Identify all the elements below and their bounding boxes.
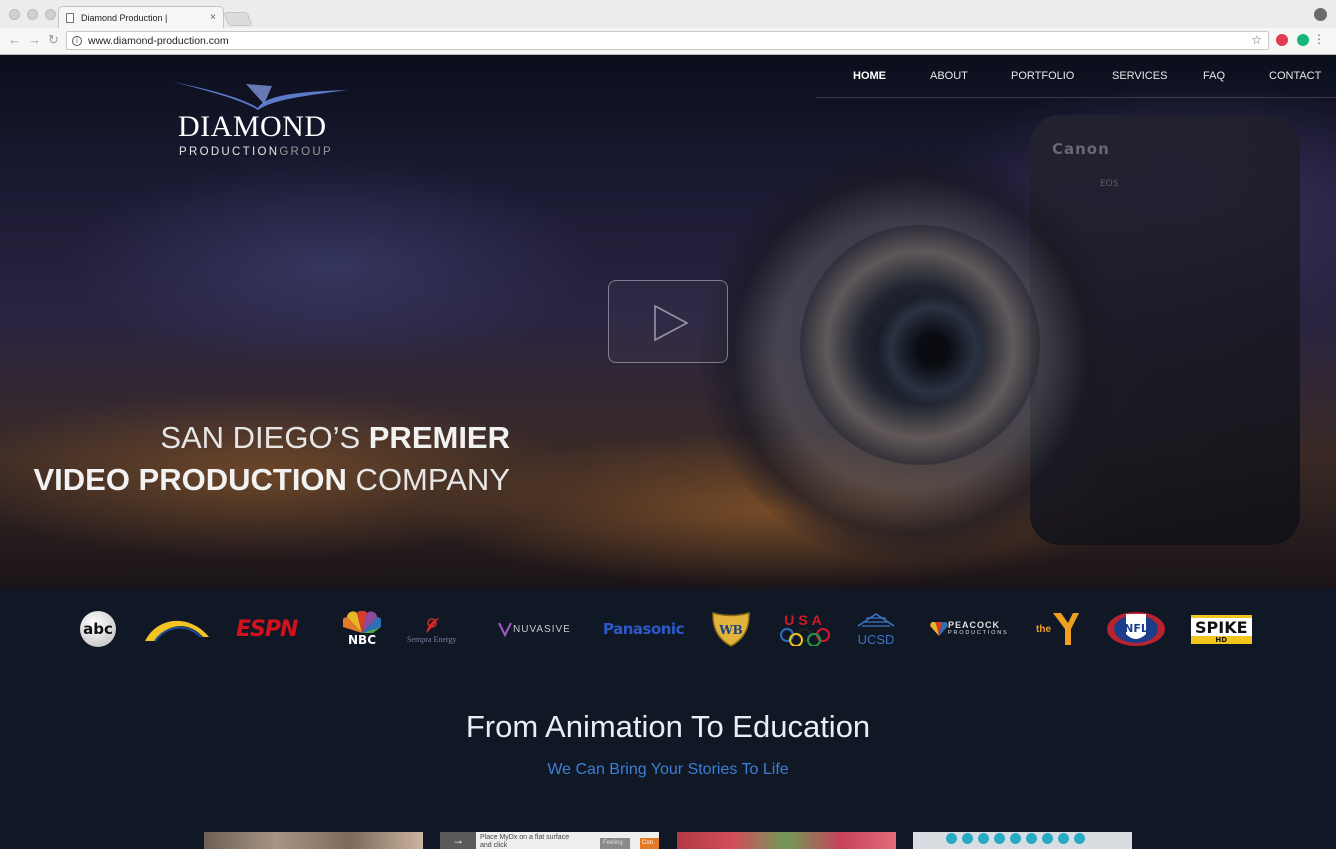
hero-headline: SAN DIEGO’S PREMIER VIDEO PRODUCTION COM… [33,417,510,501]
hero-section: Canon EOS DIAMOND PRODUCTIONGROUP HOME A… [0,55,1336,589]
url-text[interactable]: www.diamond-production.com [88,35,229,47]
logo-main-text: DIAMOND [178,110,327,143]
hero-headline-line2: VIDEO PRODUCTION COMPANY [33,459,510,501]
usa-olympics-logo: USA [779,609,831,649]
nuvasive-logo: NUVASIVE [497,609,571,649]
hero-line1-thin: SAN DIEGO’S [160,420,369,455]
chargers-logo [143,609,211,649]
reload-icon[interactable]: ↻ [48,33,59,47]
grammarly-icon[interactable] [1297,34,1309,46]
browser-toolbar: ← → ↻ i www.diamond-production.com ☆ ⋮ [0,28,1336,54]
hero-line1-bold: PREMIER [368,420,510,455]
camera-brand-text: Canon [1052,140,1110,158]
ymca-logo: the [1036,609,1081,649]
hero-line2-bold: VIDEO PRODUCTION [33,462,347,497]
dot-icon [1058,833,1069,844]
thumbnail-button: Con [640,838,659,849]
browser-tab[interactable]: Diamond Production | × [58,6,224,28]
camera-lens-inner [878,295,988,405]
nfl-logo: NFL [1106,609,1166,649]
portfolio-thumbnail[interactable] [677,832,896,849]
site-logo[interactable]: DIAMOND PRODUCTIONGROUP [172,80,352,165]
minimize-window-button[interactable] [27,9,38,20]
window-controls [9,9,56,20]
portfolio-thumbnail[interactable] [204,832,423,849]
nav-about[interactable]: ABOUT [930,70,968,82]
nav-faq[interactable]: FAQ [1203,70,1225,82]
dot-icon [1010,833,1021,844]
nbc-logo: NBC [343,609,381,649]
tab-title: Diamond Production | [81,12,168,23]
dot-icon [962,833,973,844]
svg-text:NFL: NFL [1124,622,1148,635]
dot-icon [1042,833,1053,844]
portfolio-thumbnail[interactable]: → Place MyDx on a flat surface and click… [440,832,659,849]
new-tab-button[interactable] [223,12,253,26]
ucsd-logo: UCSD [856,609,896,649]
forward-icon[interactable]: → [28,33,41,47]
dot-icon [978,833,989,844]
dot-icon [1026,833,1037,844]
sempra-energy-logo: Sempra Energy [407,609,456,649]
dot-icon [1074,833,1085,844]
nav-contact[interactable]: CONTACT [1269,70,1321,82]
warner-bros-logo: WB [710,609,752,649]
nav-services[interactable]: SERVICES [1112,70,1167,82]
portfolio-thumbnail[interactable] [913,832,1132,849]
hero-headline-line1: SAN DIEGO’S PREMIER [33,417,510,459]
espn-logo: ESPN [236,616,298,642]
play-icon [654,304,689,342]
thumbnail-caption: Place MyDx on a flat surface and click [480,834,570,849]
back-icon[interactable]: ← [8,33,21,47]
page-icon [66,12,74,23]
nav-portfolio[interactable]: PORTFOLIO [1011,70,1074,82]
pinterest-icon[interactable] [1276,34,1288,46]
browser-chrome: Diamond Production | × ← → ↻ i www.diamo… [0,0,1336,55]
section-title: From Animation To Education [465,709,871,744]
zoom-window-button[interactable] [45,9,56,20]
spike-hd-logo: SPIKE HD [1191,609,1252,649]
dot-icon [994,833,1005,844]
play-video-button[interactable] [608,280,728,363]
stories-section: From Animation To Education We Can Bring… [0,669,1336,849]
diamond-wing-icon [174,82,348,110]
section-subtitle: We Can Bring Your Stories To Life [547,761,789,778]
abc-logo: abc [80,609,116,649]
peacock-productions-logo: PEACOCK PRODUCTIONS [930,609,1008,649]
dot-icon [946,833,957,844]
main-navigation: HOME ABOUT PORTFOLIO SERVICES FAQ CONTAC… [816,55,1336,98]
thumbnail-label: Feeling [600,838,630,849]
browser-menu-icon[interactable]: ⋮ [1313,32,1325,46]
logo-sub-text: PRODUCTIONGROUP [179,146,333,158]
arrow-right-icon: → [440,832,476,849]
profile-icon[interactable] [1314,8,1327,21]
client-logos-strip: abc ESPN NBC Sempra Energy NUVASIVE Pana… [0,589,1336,669]
logo-sub-light: GROUP [279,146,333,158]
logo-sub-bold: PRODUCTION [179,146,280,158]
hero-line2-thin: COMPANY [346,462,510,497]
nav-home[interactable]: HOME [853,70,886,82]
tab-close-icon[interactable]: × [210,12,216,23]
camera-model-text: EOS [1100,179,1119,189]
panasonic-logo: Panasonic [603,620,684,638]
address-bar[interactable]: i www.diamond-production.com ☆ [66,31,1269,50]
close-window-button[interactable] [9,9,20,20]
info-icon[interactable]: i [72,35,82,46]
bookmark-star-icon[interactable]: ☆ [1251,33,1262,47]
svg-text:WB: WB [718,623,743,637]
